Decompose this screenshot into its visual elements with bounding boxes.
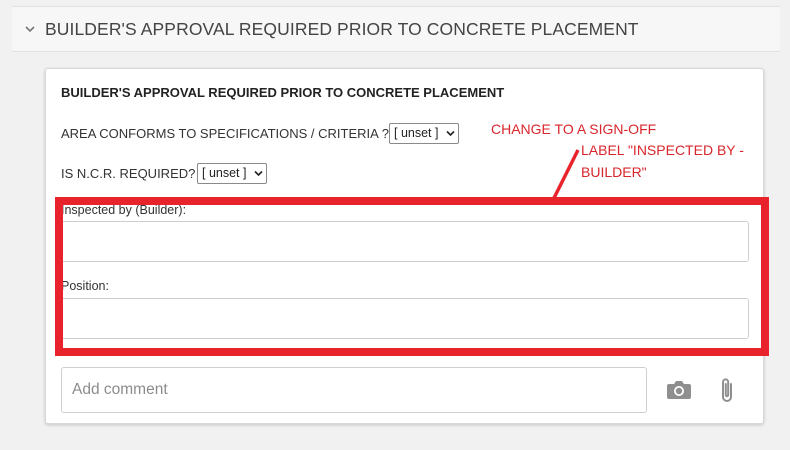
camera-icon[interactable] — [666, 379, 692, 401]
select-value: [ unset ] — [202, 166, 247, 180]
ncr-required-select[interactable]: [ unset ] — [197, 163, 267, 184]
inspected-by-label: Inspected by (Builder): — [61, 203, 187, 217]
area-conforms-select[interactable]: [ unset ] — [389, 123, 459, 144]
select-value: [ unset ] — [394, 126, 439, 140]
annotation-text-line3: BUILDER" — [581, 164, 647, 180]
chevron-down-icon — [446, 130, 455, 137]
paperclip-icon[interactable] — [717, 376, 737, 404]
chevron-down-icon — [254, 170, 263, 177]
chevron-down-icon[interactable] — [24, 24, 36, 34]
question-label-ncr-required: IS N.C.R. REQUIRED? — [61, 166, 196, 181]
position-label: Position: — [61, 279, 109, 293]
annotation-text-line1: CHANGE TO A SIGN-OFF — [491, 121, 657, 137]
question-label-area-conforms: AREA CONFORMS TO SPECIFICATIONS / CRITER… — [61, 126, 389, 141]
position-field[interactable] — [61, 298, 749, 339]
form-title: BUILDER'S APPROVAL REQUIRED PRIOR TO CON… — [61, 85, 505, 100]
inspected-by-field[interactable] — [61, 221, 749, 262]
section-title: BUILDER'S APPROVAL REQUIRED PRIOR TO CON… — [45, 19, 639, 39]
comment-placeholder: Add comment — [72, 381, 168, 398]
annotation-text-line2: LABEL "INSPECTED BY - — [581, 142, 744, 158]
section-header[interactable]: BUILDER'S APPROVAL REQUIRED PRIOR TO CON… — [12, 6, 780, 52]
